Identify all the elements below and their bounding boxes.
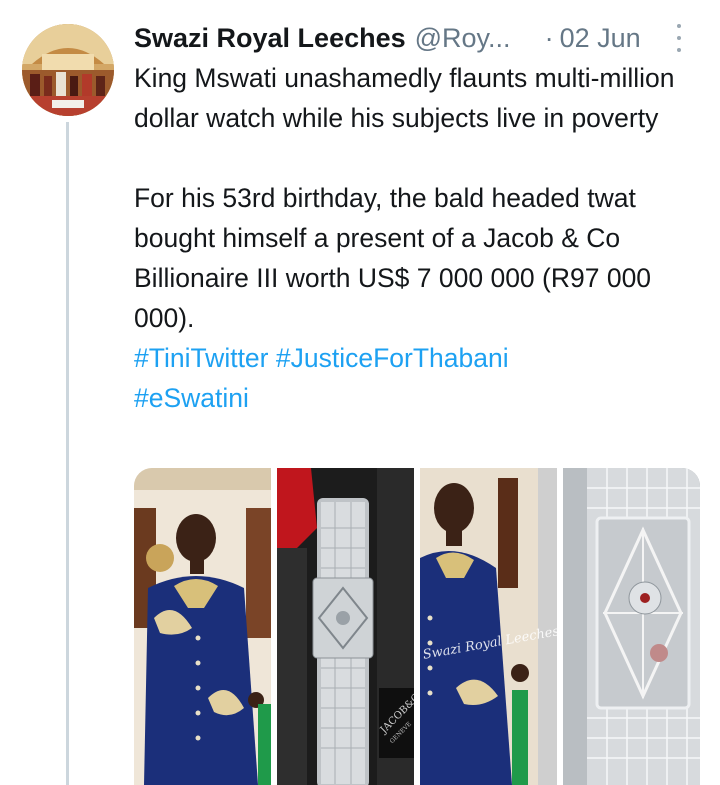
avatar-image <box>22 24 114 116</box>
more-options-icon[interactable] <box>672 24 686 52</box>
man-in-suit-watermark-image <box>420 468 557 785</box>
watch-display-image: JACOB&C GENEVE <box>277 468 414 785</box>
avatar[interactable] <box>22 24 114 116</box>
media-grid: JACOB&C GENEVE Swazi Royal Leeches <box>134 468 700 785</box>
tweet-text: King Mswati unashamedly flaunts multi-mi… <box>134 58 706 418</box>
thread-line <box>66 122 69 785</box>
man-in-suit-image <box>134 468 271 785</box>
separator-dot: · <box>544 22 554 53</box>
tweet-header: Swazi Royal Leeches @Roy... · 02 Jun <box>134 18 694 58</box>
hashtag-link[interactable]: #JusticeForThabani <box>276 343 509 373</box>
tweet-paragraph: King Mswati unashamedly flaunts multi-mi… <box>134 63 675 133</box>
media-image[interactable] <box>134 468 271 785</box>
tweet-paragraph: For his 53rd birthday, the bald headed t… <box>134 183 652 333</box>
media-image[interactable]: Swazi Royal Leeches <box>420 468 557 785</box>
display-name[interactable]: Swazi Royal Leeches <box>134 23 406 54</box>
hashtag-link[interactable]: #eSwatini <box>134 383 249 413</box>
user-handle[interactable]: @Roy... <box>415 23 511 54</box>
tweet-date[interactable]: 02 Jun <box>560 23 641 54</box>
hashtag-link[interactable]: #TiniTwitter <box>134 343 269 373</box>
watch-closeup-image <box>563 468 700 785</box>
hashtag-line: #TiniTwitter #JusticeForThabani #eSwatin… <box>134 338 706 418</box>
media-image[interactable] <box>563 468 700 785</box>
media-image[interactable]: JACOB&C GENEVE <box>277 468 414 785</box>
